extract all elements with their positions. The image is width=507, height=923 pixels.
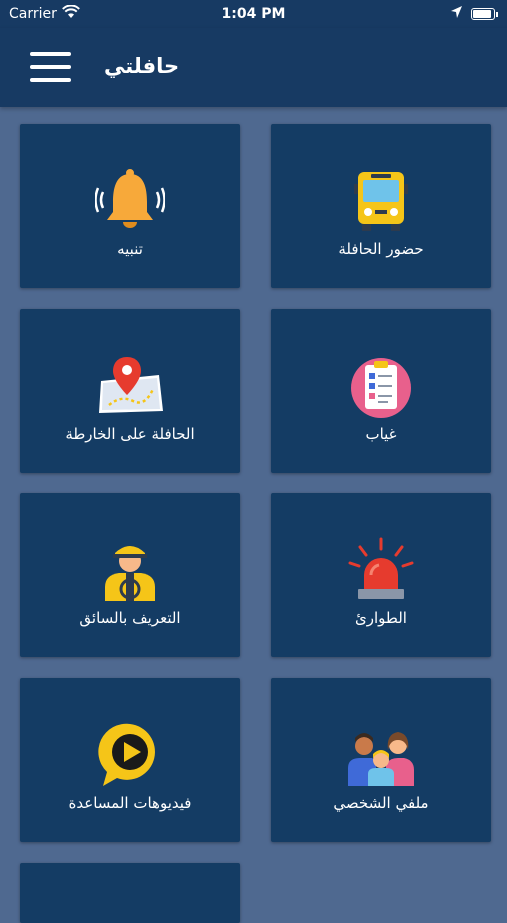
battery-icon <box>471 8 498 20</box>
tile-my-profile[interactable]: ملفي الشخصي <box>271 678 491 842</box>
school-bus-icon <box>346 166 416 236</box>
tile-bus-on-map[interactable]: الحافلة على الخارطة <box>20 309 240 473</box>
tile-label: الطوارئ <box>355 609 407 627</box>
play-video-icon <box>95 720 165 790</box>
tile-alert[interactable]: تنبيه <box>20 124 240 288</box>
family-icon <box>346 720 416 790</box>
tile-label: غياب <box>365 425 397 443</box>
siren-icon <box>346 535 416 605</box>
tile-label: الحافلة على الخارطة <box>65 425 195 443</box>
top-navbar: حافلتي <box>0 28 507 107</box>
tile-label: ملفي الشخصي <box>333 794 429 812</box>
tile-label: فيديوهات المساعدة <box>68 794 192 812</box>
tile-help-videos[interactable]: فيديوهات المساعدة <box>20 678 240 842</box>
status-bar: Carrier 1:04 PM <box>0 0 507 28</box>
tile-label: التعريف بالسائق <box>79 609 181 627</box>
map-pin-icon <box>95 351 165 421</box>
tile-partial[interactable] <box>20 863 240 923</box>
driver-icon <box>95 535 165 605</box>
location-arrow-icon <box>450 5 463 23</box>
clipboard-checklist-icon <box>346 351 416 421</box>
tile-driver-profile[interactable]: التعريف بالسائق <box>20 493 240 657</box>
bell-icon <box>95 166 165 236</box>
tile-label: تنبيه <box>117 240 143 258</box>
tile-emergency[interactable]: الطوارئ <box>271 493 491 657</box>
tile-bus-attendance[interactable]: حضور الحافلة <box>271 124 491 288</box>
menu-icon[interactable] <box>30 52 71 82</box>
clock: 1:04 PM <box>221 6 286 22</box>
tile-absence[interactable]: غياب <box>271 309 491 473</box>
page-title: حافلتي <box>104 54 180 78</box>
tile-label: حضور الحافلة <box>338 240 424 258</box>
